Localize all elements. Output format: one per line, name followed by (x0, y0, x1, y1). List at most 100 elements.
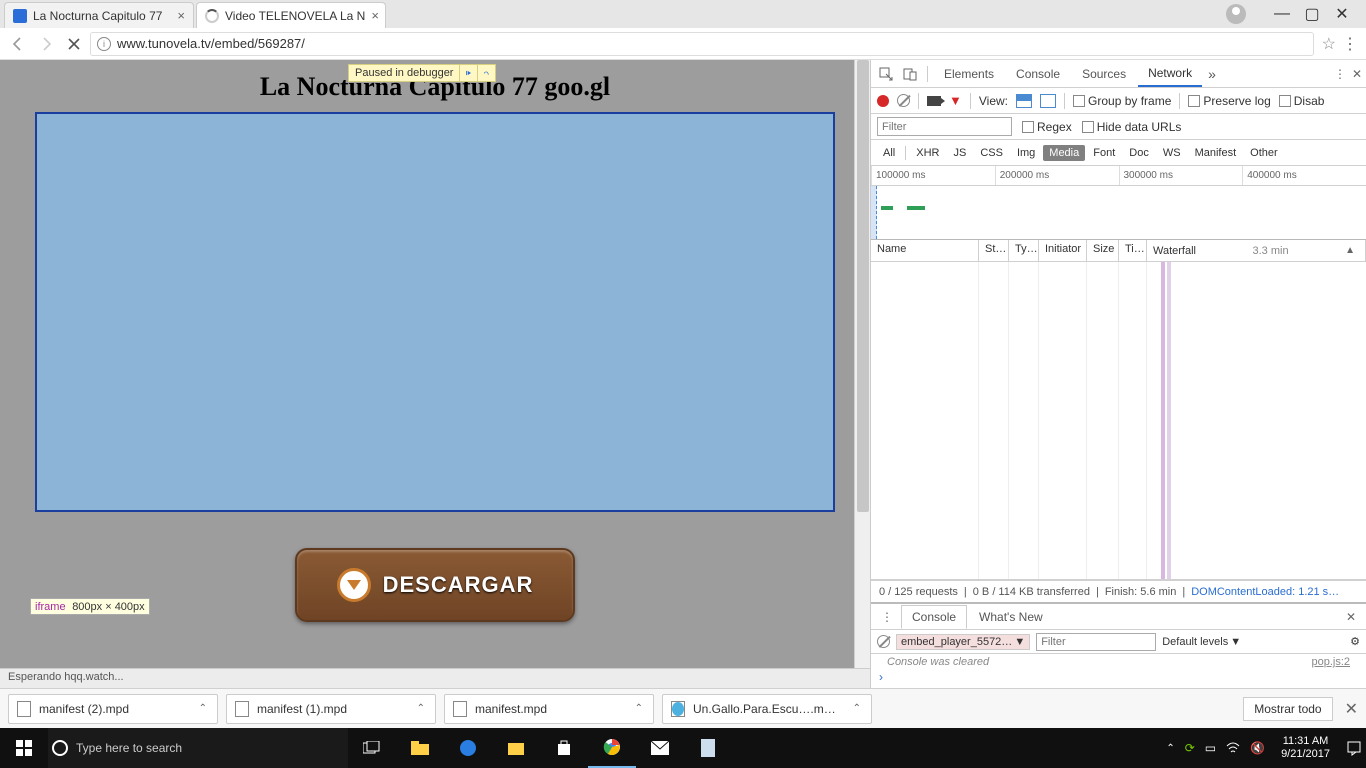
filter-other[interactable]: Other (1244, 145, 1284, 161)
context-selector[interactable]: embed_player_5572…▼ (896, 634, 1030, 650)
tray-chevron-icon[interactable]: ⌃ (1166, 743, 1174, 754)
regex-checkbox[interactable]: Regex (1022, 120, 1072, 134)
tab-network[interactable]: Network (1138, 60, 1202, 87)
filter-doc[interactable]: Doc (1123, 145, 1155, 161)
filter-js[interactable]: JS (947, 145, 972, 161)
page-scrollbar[interactable] (854, 60, 870, 688)
network-request-list[interactable] (871, 262, 1366, 580)
chevron-up-icon[interactable]: ⌃ (853, 703, 861, 714)
download-item[interactable]: manifest (2).mpd⌃ (8, 694, 218, 724)
forward-button[interactable] (34, 32, 58, 56)
site-info-icon[interactable]: i (97, 37, 111, 51)
taskbar-search[interactable]: Type here to search (48, 728, 348, 768)
chrome-menu-button[interactable]: ⋮ (1340, 34, 1360, 54)
taskbar-app-files[interactable] (492, 728, 540, 768)
filter-all[interactable]: All (877, 145, 901, 161)
overview-icon[interactable] (1040, 94, 1056, 108)
video-iframe[interactable] (35, 112, 835, 512)
taskbar-clock[interactable]: 11:31 AM 9/21/2017 (1275, 735, 1336, 761)
console-prompt[interactable]: › (871, 670, 1366, 688)
screenshot-icon[interactable] (927, 96, 941, 106)
show-all-downloads-button[interactable]: Mostrar todo (1243, 697, 1332, 721)
close-window-button[interactable]: ✕ (1336, 8, 1348, 20)
inspect-element-icon[interactable] (875, 63, 897, 85)
close-downloads-bar-icon[interactable]: ✕ (1345, 699, 1358, 719)
tray-battery-icon[interactable]: ▭ (1205, 741, 1216, 755)
filter-media[interactable]: Media (1043, 145, 1085, 161)
tab-sources[interactable]: Sources (1072, 60, 1136, 87)
download-item[interactable]: manifest (1).mpd⌃ (226, 694, 436, 724)
device-toolbar-icon[interactable] (899, 63, 921, 85)
group-by-frame-checkbox[interactable]: Group by frame (1073, 94, 1171, 108)
back-button[interactable] (6, 32, 30, 56)
message-source-link[interactable]: pop.js:2 (1311, 656, 1350, 668)
log-levels-selector[interactable]: Default levels ▼ (1162, 636, 1241, 648)
taskbar-app-mail[interactable] (636, 728, 684, 768)
filter-xhr[interactable]: XHR (910, 145, 945, 161)
tray-volume-icon[interactable]: 🔇 (1250, 741, 1265, 755)
filter-manifest[interactable]: Manifest (1189, 145, 1243, 161)
console-settings-icon[interactable]: ⚙ (1350, 635, 1360, 648)
step-over-button[interactable] (477, 64, 495, 82)
minimize-button[interactable]: — (1276, 8, 1288, 20)
drawer-tab-console[interactable]: Console (901, 605, 967, 629)
drawer-tab-whatsnew[interactable]: What's New (969, 606, 1053, 628)
notifications-icon[interactable] (1346, 740, 1362, 756)
preserve-log-checkbox[interactable]: Preserve log (1188, 94, 1270, 108)
col-time[interactable]: Ti… (1119, 240, 1147, 261)
drawer-menu-icon[interactable]: ⋮ (875, 610, 899, 624)
tab-console[interactable]: Console (1006, 60, 1070, 87)
chevron-up-icon[interactable]: ⌃ (417, 703, 425, 714)
disable-cache-checkbox[interactable]: Disab (1279, 94, 1325, 108)
record-button[interactable] (877, 95, 889, 107)
col-name[interactable]: Name (871, 240, 979, 261)
filter-icon[interactable]: ▼ (949, 93, 962, 108)
taskbar-app-edge[interactable] (444, 728, 492, 768)
chevron-up-icon[interactable]: ⌃ (199, 703, 207, 714)
stop-reload-button[interactable] (62, 32, 86, 56)
filter-input[interactable] (877, 117, 1012, 136)
tab-elements[interactable]: Elements (934, 60, 1004, 87)
start-button[interactable] (0, 728, 48, 768)
drawer-close-icon[interactable]: ✕ (1340, 610, 1362, 624)
task-view-button[interactable] (348, 728, 396, 768)
large-rows-icon[interactable] (1016, 94, 1032, 108)
timeline-ruler[interactable]: 100000 ms 200000 ms 300000 ms 400000 ms (871, 166, 1366, 186)
browser-tab[interactable]: Video TELENOVELA La N × (196, 2, 386, 28)
timeline-overview[interactable] (871, 186, 1366, 240)
filter-css[interactable]: CSS (974, 145, 1009, 161)
taskbar-app-chrome[interactable] (588, 728, 636, 768)
resume-button[interactable] (459, 64, 477, 82)
filter-ws[interactable]: WS (1157, 145, 1187, 161)
maximize-button[interactable]: ▢ (1306, 8, 1318, 20)
console-filter-input[interactable] (1036, 633, 1156, 651)
col-waterfall[interactable]: Waterfall 3.3 min ▲ (1147, 240, 1366, 261)
user-avatar[interactable] (1226, 4, 1246, 24)
devtools-close-icon[interactable]: ✕ (1352, 67, 1362, 81)
browser-tab[interactable]: La Nocturna Capitulo 77 × (4, 2, 194, 28)
filter-font[interactable]: Font (1087, 145, 1121, 161)
bookmark-star-icon[interactable]: ☆ (1322, 34, 1336, 54)
filter-img[interactable]: Img (1011, 145, 1041, 161)
col-type[interactable]: Ty… (1009, 240, 1039, 261)
taskbar-app-notepad[interactable] (684, 728, 732, 768)
tray-wifi-icon[interactable] (1226, 742, 1240, 754)
url-input[interactable]: i www.tunovela.tv/embed/569287/ (90, 32, 1314, 56)
clear-button[interactable] (897, 94, 910, 107)
download-item[interactable]: Un.Gallo.Para.Escu….m…⌃ (662, 694, 872, 724)
tray-sync-icon[interactable]: ⟳ (1185, 741, 1195, 755)
col-size[interactable]: Size (1087, 240, 1119, 261)
col-initiator[interactable]: Initiator (1039, 240, 1087, 261)
download-item[interactable]: manifest.mpd⌃ (444, 694, 654, 724)
col-status[interactable]: St… (979, 240, 1009, 261)
devtools-menu-icon[interactable]: ⋮ (1334, 67, 1346, 81)
chevron-up-icon[interactable]: ⌃ (635, 703, 643, 714)
taskbar-app-explorer[interactable] (396, 728, 444, 768)
clear-console-icon[interactable] (877, 635, 890, 648)
close-tab-icon[interactable]: × (371, 8, 379, 23)
close-tab-icon[interactable]: × (177, 8, 185, 23)
taskbar-app-store[interactable] (540, 728, 588, 768)
hide-data-urls-checkbox[interactable]: Hide data URLs (1082, 120, 1182, 134)
download-button[interactable]: DESCARGAR (295, 548, 575, 622)
more-tabs-icon[interactable]: » (1208, 66, 1216, 82)
